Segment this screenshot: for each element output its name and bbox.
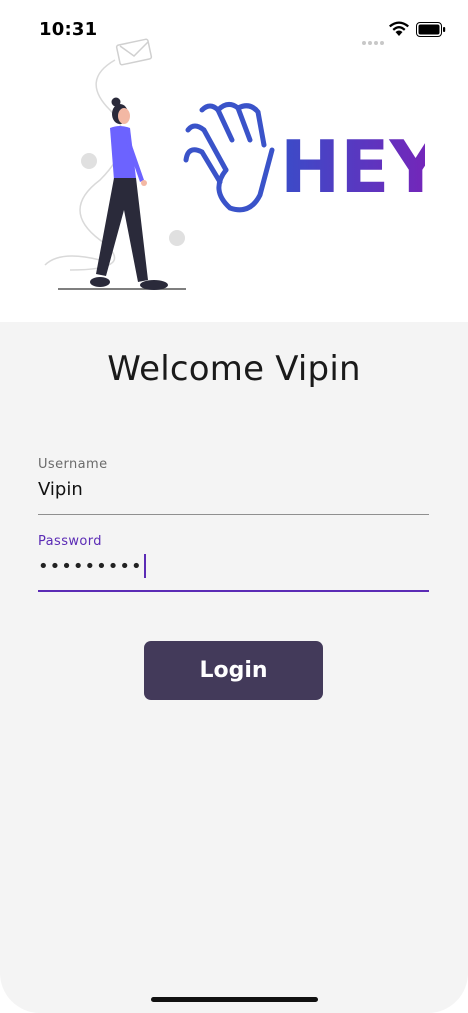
hey-logo: HEY <box>183 102 425 213</box>
wifi-icon <box>389 21 409 36</box>
username-input[interactable]: Vipin <box>38 476 429 502</box>
status-time: 10:31 <box>39 19 98 40</box>
home-indicator[interactable] <box>151 997 318 1002</box>
password-value: ••••••••• <box>38 555 143 577</box>
password-field[interactable]: Password ••••••••• <box>38 534 429 592</box>
username-field[interactable]: Username Vipin <box>38 457 429 515</box>
username-label: Username <box>38 457 108 472</box>
text-cursor <box>143 554 146 578</box>
username-value: Vipin <box>38 478 83 500</box>
password-label: Password <box>38 534 102 549</box>
logo-text: HEY <box>280 125 425 209</box>
waving-hand-icon <box>183 102 275 213</box>
password-input[interactable]: ••••••••• <box>38 553 429 579</box>
welcome-title: Welcome Vipin <box>107 349 361 389</box>
status-bar: 10:31 <box>0 0 468 50</box>
login-button[interactable]: Login <box>144 641 323 700</box>
walking-woman-illustration <box>44 38 186 290</box>
username-underline <box>38 514 429 515</box>
battery-icon <box>416 22 446 37</box>
login-card: Welcome Vipin Username Vipin Password ••… <box>0 322 468 1013</box>
cellular-signal-icon <box>362 30 386 49</box>
password-underline <box>38 590 429 592</box>
